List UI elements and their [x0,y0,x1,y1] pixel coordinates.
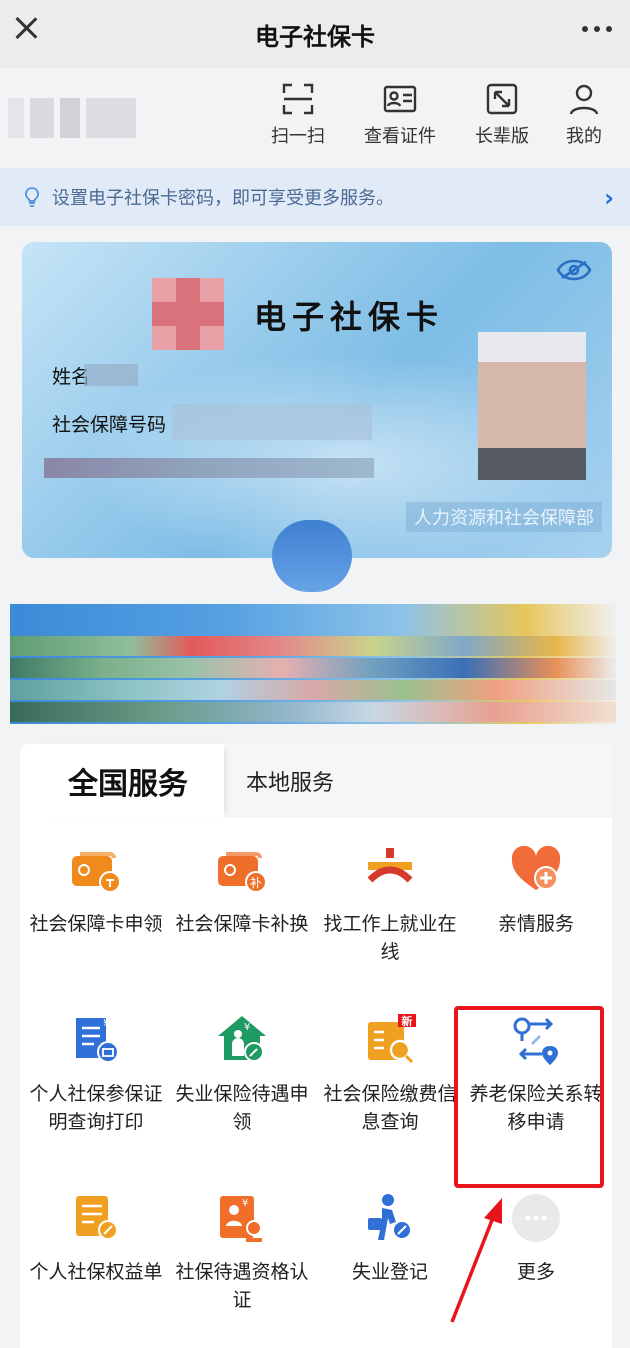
service-qualification-auth[interactable]: ¥ 社保待遇资格认证 [168,1192,316,1314]
svg-text:¥: ¥ [244,1022,250,1033]
service-job-search[interactable]: 找工作上就业在线 [316,844,464,966]
page-title: 电子社保卡 [255,22,375,51]
scan-label: 扫一扫 [271,126,325,147]
unemployment-register-icon [368,1194,412,1240]
elder-mode-label: 长辈版 [475,126,529,147]
elder-mode-button[interactable]: 长辈版 [452,82,552,148]
qualification-auth-icon: ¥ [220,1196,262,1242]
service-label: 社会保障卡补换 [175,913,309,935]
notice-text: 设置电子社保卡密码，即可享受更多服务。 [52,188,394,209]
lightbulb-icon [25,187,39,207]
avatar [8,98,138,138]
view-id-button[interactable]: 查看证件 [348,82,452,148]
service-label: 个人社保权益单 [29,1261,163,1283]
more-options-icon[interactable] [582,26,612,32]
scan-button[interactable]: 扫一扫 [248,82,348,148]
social-security-card[interactable]: 电子社保卡 姓名 社会保障号码 人力资源和社会保障部 [22,242,612,558]
job-search-icon [367,848,413,883]
view-id-label: 查看证件 [364,126,436,147]
annotation-arrow [450,1198,502,1323]
service-label: 个人社保参保证明查询打印 [29,1083,163,1133]
service-card-apply[interactable]: 社会保障卡申领 [22,844,170,938]
id-photo [478,332,586,480]
service-label: 失业保险待遇申领 [175,1083,309,1133]
my-profile-label: 我的 [566,126,602,147]
tab-local-services[interactable]: 本地服务 [246,744,334,818]
svg-text:¥: ¥ [242,1198,248,1209]
certificate-print-icon: ¥ [76,1017,119,1063]
my-profile-button[interactable]: 我的 [552,82,616,148]
service-card-replace[interactable]: 补 社会保障卡补换 [168,844,316,938]
tab-national-services[interactable]: 全国服务 [32,744,224,818]
card-switch-button[interactable] [272,520,352,592]
id-card-icon [383,85,417,113]
password-notice-bar[interactable]: 设置电子社保卡密码，即可享受更多服务。 › [0,168,630,226]
service-label: 找工作上就业在线 [323,913,457,963]
service-label: 社会保险缴费信息查询 [323,1083,457,1133]
social-security-logo [152,278,224,350]
service-certificate-print[interactable]: ¥ 个人社保参保证明查询打印 [22,1014,170,1136]
service-label: 社保待遇资格认证 [175,1261,309,1311]
card-apply-icon [72,852,121,893]
service-unemployment-benefit[interactable]: ¥ 失业保险待遇申领 [168,1014,316,1136]
service-rights-statement[interactable]: 个人社保权益单 [22,1192,170,1286]
id-number-label: 社会保障号码 [52,414,167,436]
service-label: 社会保障卡申领 [29,913,163,935]
chevron-right-icon: › [604,184,614,212]
more-icon [512,1194,560,1242]
svg-text:补: 补 [250,876,262,890]
service-label: 亲情服务 [497,913,574,935]
new-badge: 新 [402,1014,413,1028]
issuer-label: 人力资源和社会保障部 [406,502,602,532]
unemployment-benefit-icon: ¥ [218,1016,266,1062]
user-icon [569,84,599,115]
card-replace-icon: 补 [218,852,267,893]
payment-query-icon: 新 [368,1014,416,1064]
toolbar: 扫一扫 查看证件 长辈版 我的 [0,68,630,166]
service-payment-query[interactable]: 新 社会保险缴费信息查询 [316,1014,464,1136]
card-title: 电子社保卡 [254,298,445,336]
elder-mode-icon [486,83,518,115]
service-tabs: 全国服务 本地服务 [20,744,612,818]
nav-bar: 电子社保卡 [0,0,630,68]
scan-icon [282,83,314,115]
close-icon[interactable] [10,12,42,44]
family-heart-icon [511,845,561,890]
service-family[interactable]: 亲情服务 [462,844,610,938]
svg-text:¥: ¥ [103,1017,111,1031]
rights-statement-icon [76,1196,118,1240]
eye-toggle-icon[interactable] [556,258,592,282]
highlight-box [454,1006,604,1188]
promo-banner[interactable] [10,604,616,724]
